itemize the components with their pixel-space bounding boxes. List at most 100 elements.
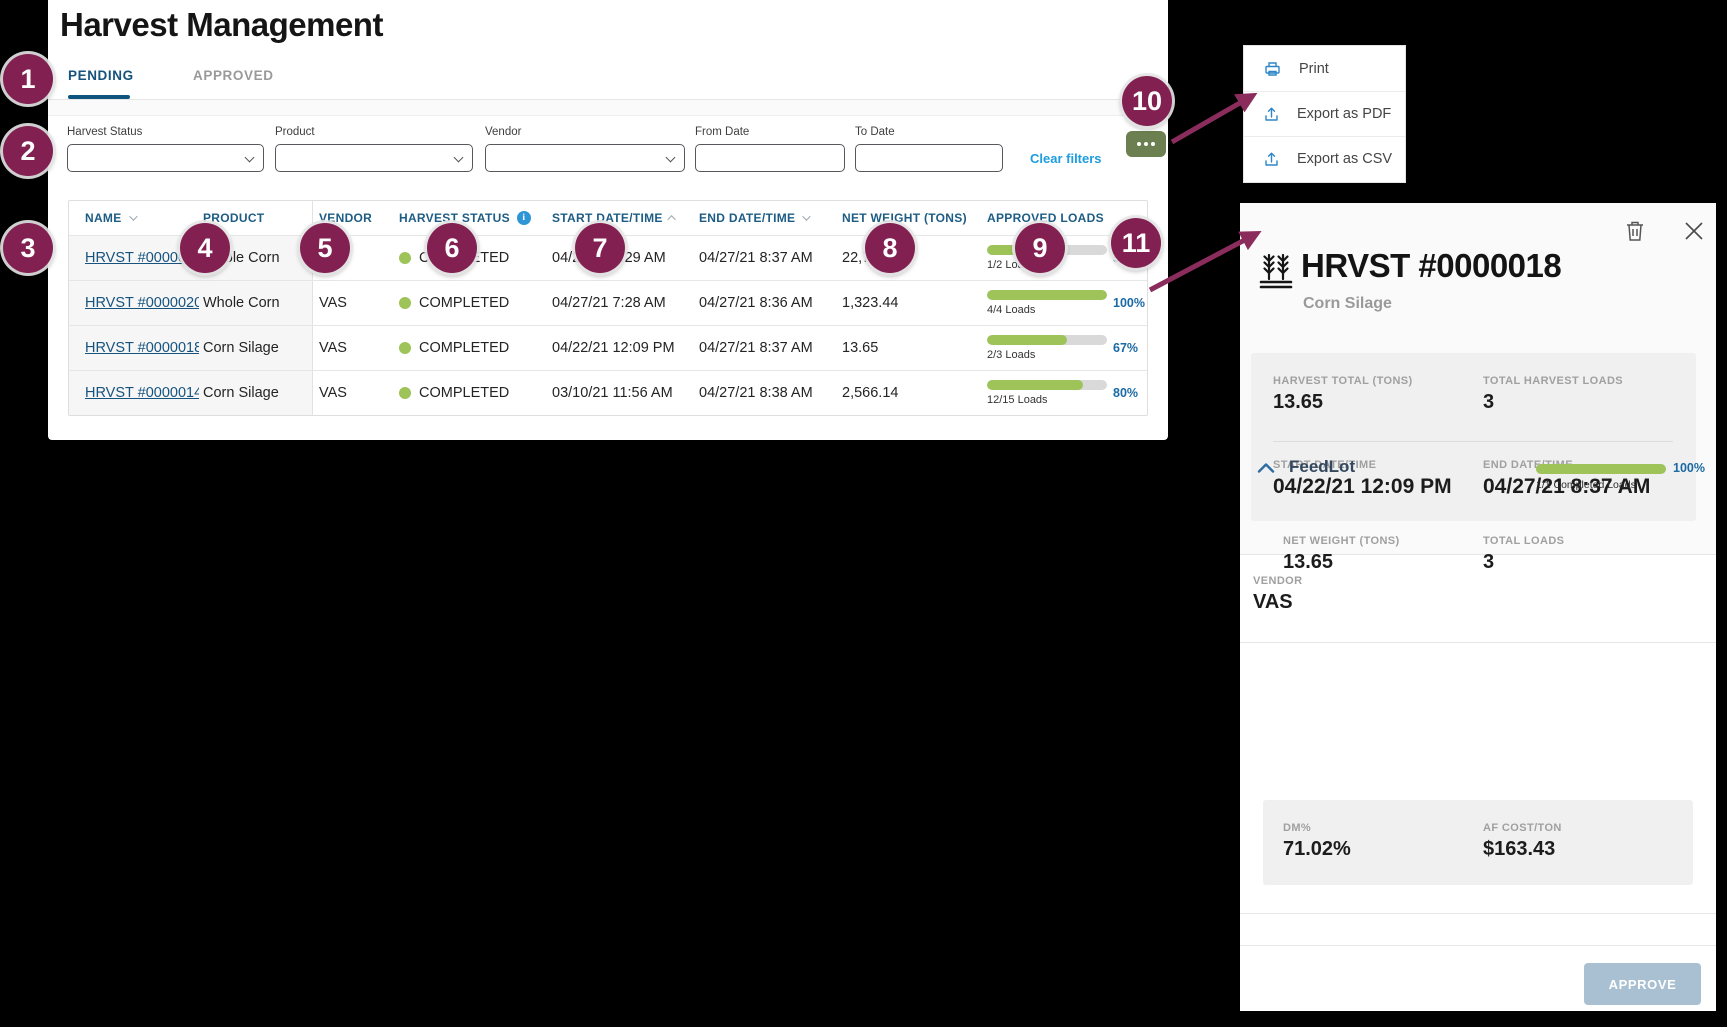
tab-pending[interactable]: PENDING	[68, 68, 134, 83]
product-cell: Corn Silage	[199, 371, 313, 415]
column-header-end[interactable]: END DATE/TIME	[691, 201, 836, 235]
net-weight-label: NET WEIGHT (TONS)	[1283, 535, 1400, 547]
feedlot-section-title[interactable]: FeedLot	[1289, 457, 1355, 477]
feedlot-percent-label: 100%	[1673, 461, 1705, 475]
upload-icon	[1264, 106, 1279, 122]
approved-loads-bar	[987, 290, 1107, 300]
printer-icon	[1264, 61, 1281, 77]
feedlot-loads-bar	[1536, 464, 1666, 474]
sort-up-icon	[667, 215, 675, 223]
callout-3: 3	[3, 223, 53, 273]
vendor-label: VENDOR	[1253, 575, 1302, 587]
filter-label-harvest-status: Harvest Status	[67, 126, 142, 138]
product-cell: Corn Silage	[199, 326, 313, 370]
harvest-link[interactable]: HRVST #0000014	[85, 385, 199, 401]
green-dot-icon	[399, 297, 411, 309]
harvest-link[interactable]: HRVST #000004	[85, 250, 194, 266]
green-dot-icon	[399, 387, 411, 399]
table-row[interactable]: HRVST #0000018 Corn Silage VAS COMPLETED…	[69, 325, 1147, 370]
callout-6: 6	[427, 223, 477, 273]
from-date-input[interactable]	[695, 144, 845, 172]
tab-bar: PENDING APPROVED	[48, 58, 1168, 100]
product-select[interactable]	[275, 144, 473, 172]
detail-subtitle: Corn Silage	[1303, 295, 1392, 313]
column-header-name[interactable]: NAME	[69, 201, 199, 235]
callout-2: 2	[3, 126, 53, 176]
chevron-down-icon	[454, 153, 464, 163]
table-row[interactable]: HRVST #0000014 Corn Silage VAS COMPLETED…	[69, 370, 1147, 415]
callout-9: 9	[1015, 223, 1065, 273]
active-tab-underline	[68, 95, 130, 99]
total-harvest-loads-label: TOTAL HARVEST LOADS	[1483, 375, 1623, 387]
feedlot-completed-loads-label: 1/1 Completed Loads	[1536, 479, 1636, 491]
tab-approved[interactable]: APPROVED	[193, 68, 274, 83]
sort-down-icon	[129, 212, 137, 220]
table-row[interactable]: HRVST #0000020 Whole Corn VAS COMPLETED …	[69, 280, 1147, 325]
percent-label: 80%	[1113, 386, 1138, 400]
vendor-select[interactable]	[485, 144, 685, 172]
annotation-arrow-menu	[1172, 96, 1252, 142]
detail-title: HRVST #0000018	[1301, 247, 1561, 285]
harvest-management-panel: Harvest Management PENDING APPROVED Harv…	[48, 0, 1168, 440]
sort-down-icon	[803, 212, 811, 220]
loads-label: 4/4 Loads	[987, 304, 1107, 316]
weight-cell: 13.65	[836, 326, 981, 370]
weight-cell: 2,566.14	[836, 371, 981, 415]
harvest-status-select[interactable]	[67, 144, 264, 172]
column-header-weight[interactable]: NET WEIGHT (TONS)	[836, 201, 981, 235]
close-icon[interactable]	[1682, 219, 1706, 248]
harvest-link[interactable]: HRVST #0000018	[85, 340, 199, 356]
start-date-value: 04/22/21 12:09 PM	[1273, 475, 1452, 499]
chevron-down-icon	[666, 153, 676, 163]
percent-label: 67%	[1113, 341, 1138, 355]
harvest-detail-panel: HRVST #0000018 Corn Silage HARVEST TOTAL…	[1240, 203, 1716, 1011]
chevron-up-icon[interactable]	[1257, 461, 1275, 479]
callout-7: 7	[575, 223, 625, 273]
screen: Harvest Management PENDING APPROVED Harv…	[0, 0, 1727, 1027]
clear-filters-link[interactable]: Clear filters	[1030, 151, 1102, 166]
divider	[1240, 945, 1716, 946]
approve-button[interactable]: APPROVE	[1584, 963, 1701, 1005]
upload-icon	[1264, 151, 1279, 167]
summary-card: HARVEST TOTAL (TONS) 13.65 TOTAL HARVEST…	[1251, 353, 1696, 521]
callout-11: 11	[1111, 218, 1161, 268]
trash-icon[interactable]	[1624, 219, 1646, 248]
ellipsis-icon	[1137, 142, 1141, 146]
more-options-button[interactable]	[1126, 131, 1166, 157]
status-cell: COMPLETED	[419, 385, 509, 401]
menu-item-export-pdf[interactable]: Export as PDF	[1244, 91, 1405, 136]
vendor-cell: VAS	[313, 281, 391, 325]
callout-8: 8	[865, 223, 915, 273]
vendor-cell: VAS	[313, 326, 391, 370]
net-weight-value: 13.65	[1283, 551, 1333, 574]
filter-label-vendor: Vendor	[485, 126, 521, 138]
filter-label-from-date: From Date	[695, 126, 749, 138]
callout-5: 5	[300, 223, 350, 273]
filter-label-product: Product	[275, 126, 315, 138]
end-cell: 04/27/21 8:36 AM	[691, 281, 836, 325]
callout-1: 1	[3, 54, 53, 104]
harvest-link[interactable]: HRVST #0000020	[85, 295, 199, 311]
loads-label: 12/15 Loads	[987, 394, 1107, 406]
end-cell: 04/27/21 8:37 AM	[691, 326, 836, 370]
start-cell: 03/10/21 11:56 AM	[546, 371, 691, 415]
end-cell: 04/27/21 8:37 AM	[691, 236, 836, 280]
chevron-down-icon	[245, 153, 255, 163]
info-icon[interactable]: i	[517, 211, 531, 225]
menu-item-print[interactable]: Print	[1244, 46, 1405, 91]
vendor-value: VAS	[1253, 591, 1293, 614]
to-date-input[interactable]	[855, 144, 1003, 172]
weight-cell: 1,323.44	[836, 281, 981, 325]
vendor-cell: VAS	[313, 371, 391, 415]
af-cost-label: AF COST/TON	[1483, 822, 1562, 834]
harvest-total-label: HARVEST TOTAL (TONS)	[1273, 375, 1413, 387]
page-title: Harvest Management	[60, 6, 383, 44]
total-loads-value: 3	[1483, 551, 1494, 574]
green-dot-icon	[399, 342, 411, 354]
menu-item-export-csv[interactable]: Export as CSV	[1244, 136, 1405, 181]
total-loads-label: TOTAL LOADS	[1483, 535, 1564, 547]
harvest-total-value: 13.65	[1273, 391, 1323, 414]
column-header-start[interactable]: START DATE/TIME	[546, 201, 691, 235]
callout-10: 10	[1122, 76, 1172, 126]
start-cell: 04/22/21 12:09 PM	[546, 326, 691, 370]
